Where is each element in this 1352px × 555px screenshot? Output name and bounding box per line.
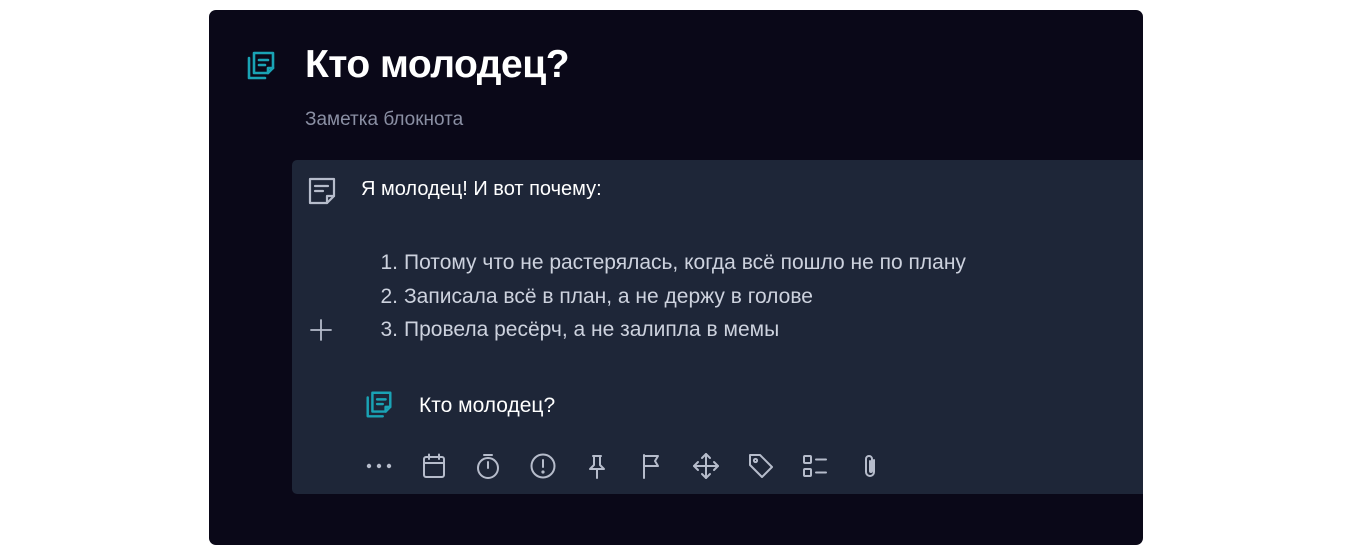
list-item-number: 1. [380,251,398,274]
calendar-icon [422,453,445,478]
checklist-icon [803,455,827,477]
more-icon [366,463,392,469]
list-item-text: Потому что не растерялась, когда всё пош… [404,251,966,274]
priority-icon [530,453,555,479]
list-item[interactable]: 2. Записала всё в план, а не держу в голо… [370,280,966,314]
flag-button[interactable] [636,450,668,482]
pin-icon [589,455,605,479]
list-item-number: 3. [380,318,398,341]
page-title[interactable]: Кто молодец? [305,42,570,88]
notebook-icon [247,51,275,80]
timer-icon [477,454,499,479]
note-icon [308,177,336,205]
note-toolbar [363,450,908,482]
tag-icon [748,454,773,478]
flag-icon [642,454,659,479]
more-button[interactable] [363,450,395,482]
linked-notebook-icon [366,391,392,418]
checklist-button[interactable] [799,450,831,482]
priority-button[interactable] [527,450,559,482]
note-card[interactable]: Я молодец! И вот почему: 1. Потому что не… [292,160,1143,494]
plus-icon[interactable] [309,318,333,342]
attachment-button[interactable] [854,450,886,482]
timer-button[interactable] [472,450,504,482]
note-list: 1. Потому что не растерялась, когда всё п… [370,246,966,347]
move-icon [693,453,719,479]
list-item-text: Записала всё в план, а не держу в голове [404,284,813,308]
list-item-number: 2. [380,284,398,308]
tag-button[interactable] [745,450,777,482]
move-button[interactable] [690,450,722,482]
linked-notebook-link[interactable]: Кто молодец? [419,394,555,418]
list-item[interactable]: 1. Потому что не растерялась, когда всё п… [370,246,966,280]
list-item-text: Провела ресёрч, а не залипла в мемы [404,318,780,341]
list-item[interactable]: 3. Провела ресёрч, а не залипла в мемы [370,313,966,347]
calendar-button[interactable] [418,450,450,482]
notebook-window: Кто молодец? Заметка блокнота Я молодец!… [209,10,1143,545]
note-heading[interactable]: Я молодец! И вот почему: [361,178,602,201]
page-subtitle: Заметка блокнота [305,109,464,130]
attachment-icon [864,455,875,477]
pin-button[interactable] [581,450,613,482]
